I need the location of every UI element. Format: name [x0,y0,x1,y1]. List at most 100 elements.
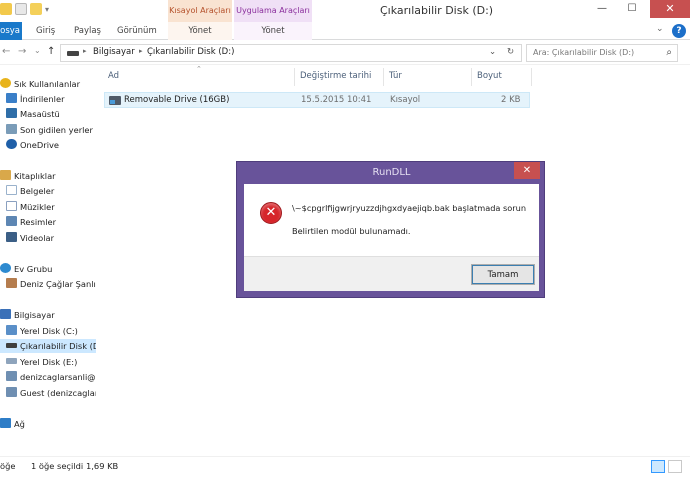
ok-button[interactable]: Tamam [471,264,535,285]
breadcrumb-computer[interactable]: Bilgisayar [93,47,135,57]
user-icon [6,278,17,288]
address-dropdown-icon[interactable]: ⌄ [489,47,496,57]
music-icon [6,201,17,211]
context-group-shortcut-tools: Kısayol Araçları [168,0,232,22]
nav-item-computer[interactable]: Bilgisayar [0,308,55,322]
column-divider[interactable] [471,68,472,86]
details-view-icon[interactable] [651,460,665,473]
dialog-message-line-2: Belirtilen modül bulunamadı. [292,226,411,236]
column-header-size[interactable]: Boyut [477,71,502,81]
file-date: 15.5.2015 10:41 [301,95,372,105]
customize-toolbar-icon[interactable]: ▾ [45,5,49,14]
file-type: Kısayol [390,95,421,105]
removable-drive-icon [67,51,79,56]
downloads-folder-icon [6,93,17,103]
nav-item-guest[interactable]: Guest (denizcaglar [6,386,96,400]
column-divider[interactable] [383,68,384,86]
navigation-pane: Sık Kullanılanlar İndirilenler Masaüstü … [0,66,96,456]
star-icon [0,78,11,88]
error-icon: ✕ [260,202,282,224]
nav-item-documents[interactable]: Belgeler [6,184,54,198]
libraries-icon [0,170,11,180]
column-header-type[interactable]: Tür [389,71,402,81]
nav-item-network[interactable]: Ağ [0,417,25,431]
dialog-footer: Tamam [244,256,539,291]
status-size: 1,69 KB [86,461,119,471]
network-user-icon [6,371,17,381]
file-name: Removable Drive (16GB) [124,95,230,105]
nav-item-drive-d[interactable]: Çıkarılabilir Disk (D:) [0,339,96,353]
column-header-name[interactable]: Ad [108,71,119,81]
pictures-icon [6,216,17,226]
dialog-message-line-1: \~$cpgrlfijgwrjryuzzdjhgxdyaejiqb.bak ba… [292,203,527,213]
recent-places-icon [6,124,17,134]
system-drive-icon [6,325,17,335]
videos-icon [6,232,17,242]
desktop-icon [6,108,17,118]
help-icon[interactable]: ? [672,24,686,38]
navigation-bar: ← → ⌄ ↑ ▸ Bilgisayar ▸ Çıkarılabilir Dis… [0,41,690,65]
dialog-close-button[interactable]: ✕ [514,162,540,179]
tab-home[interactable]: Giriş [36,22,55,40]
expand-ribbon-icon[interactable]: ⌄ [656,24,664,34]
table-row[interactable]: Removable Drive (16GB) 15.5.2015 10:41 K… [104,92,530,108]
nav-item-favorites[interactable]: Sık Kullanılanlar [0,77,80,91]
new-folder-icon[interactable] [30,3,42,15]
removable-drive-icon [6,343,17,348]
shortcut-drive-icon [109,96,121,105]
local-drive-icon [6,358,17,364]
nav-item-user[interactable]: Deniz Çağlar Şanlı [6,277,96,291]
nav-item-desktop[interactable]: Masaüstü [6,107,60,121]
search-box[interactable]: Ara: Çıkarılabilir Disk (D:) ⌕ [526,44,678,62]
network-user-icon [6,387,17,397]
quick-access-toolbar: ▾ [0,3,49,15]
dialog-title: RunDLL [372,167,411,178]
address-bar[interactable]: ▸ Bilgisayar ▸ Çıkarılabilir Disk (D:) ⌄… [60,44,522,62]
forward-icon[interactable]: → [18,46,26,57]
cloud-icon [6,139,17,149]
nav-item-videos[interactable]: Videolar [6,231,54,245]
nav-item-drive-e[interactable]: Yerel Disk (E:) [6,355,77,369]
computer-icon [0,309,11,319]
error-dialog: RunDLL ✕ ✕ \~$cpgrlfijgwrjryuzzdjhgxdyae… [236,161,545,298]
ribbon-tabs: osya Giriş Paylaş Görünüm Yönet Yönet ⌄ … [0,22,690,40]
status-bar: öğe 1 öğe seçildi 1,69 KB [0,456,690,477]
nav-item-recent-places[interactable]: Son gidilen yerler [6,123,93,137]
nav-item-downloads[interactable]: İndirilenler [6,92,64,106]
sort-ascending-icon: ⌃ [196,65,202,73]
nav-item-network-user[interactable]: denizcaglarsanli@h [6,370,96,384]
large-icons-view-icon[interactable] [668,460,682,473]
nav-item-onedrive[interactable]: OneDrive [6,138,59,152]
nav-item-homegroup[interactable]: Ev Grubu [0,262,52,276]
back-icon[interactable]: ← [2,46,10,57]
breadcrumb-removable-disk[interactable]: Çıkarılabilir Disk (D:) [147,47,234,57]
close-button[interactable]: ✕ [650,0,690,18]
nav-item-drive-c[interactable]: Yerel Disk (C:) [6,324,78,338]
nav-item-pictures[interactable]: Resimler [6,215,56,229]
maximize-button[interactable]: ☐ [618,0,646,18]
column-divider[interactable] [294,68,295,86]
dialog-body: ✕ \~$cpgrlfijgwrjryuzzdjhgxdyaejiqb.bak … [244,184,539,256]
tab-view[interactable]: Görünüm [117,22,157,40]
column-divider[interactable] [531,68,532,86]
folder-icon[interactable] [0,3,12,15]
properties-icon[interactable] [15,3,27,15]
recent-locations-icon[interactable]: ⌄ [34,46,41,55]
title-bar: ▾ Kısayol Araçları Uygulama Araçları Çık… [0,0,690,22]
tab-manage-shortcut[interactable]: Yönet [168,22,232,40]
status-selected: 1 öğe seçildi [31,461,84,471]
breadcrumb-separator: ▸ [83,47,87,55]
column-header-date[interactable]: Değiştirme tarihi [300,71,371,81]
refresh-icon[interactable]: ↻ [507,47,514,57]
nav-item-music[interactable]: Müzikler [6,200,55,214]
tab-manage-application[interactable]: Yönet [234,22,312,40]
documents-icon [6,185,17,195]
tab-share[interactable]: Paylaş [74,22,101,40]
minimize-button[interactable]: — [588,0,616,18]
search-input[interactable]: Ara: Çıkarılabilir Disk (D:) [533,48,634,57]
up-icon[interactable]: ↑ [47,46,55,57]
search-icon[interactable]: ⌕ [666,47,672,58]
nav-item-libraries[interactable]: Kitaplıklar [0,169,56,183]
tab-file[interactable]: osya [0,22,22,40]
breadcrumb-separator: ▸ [139,47,143,55]
